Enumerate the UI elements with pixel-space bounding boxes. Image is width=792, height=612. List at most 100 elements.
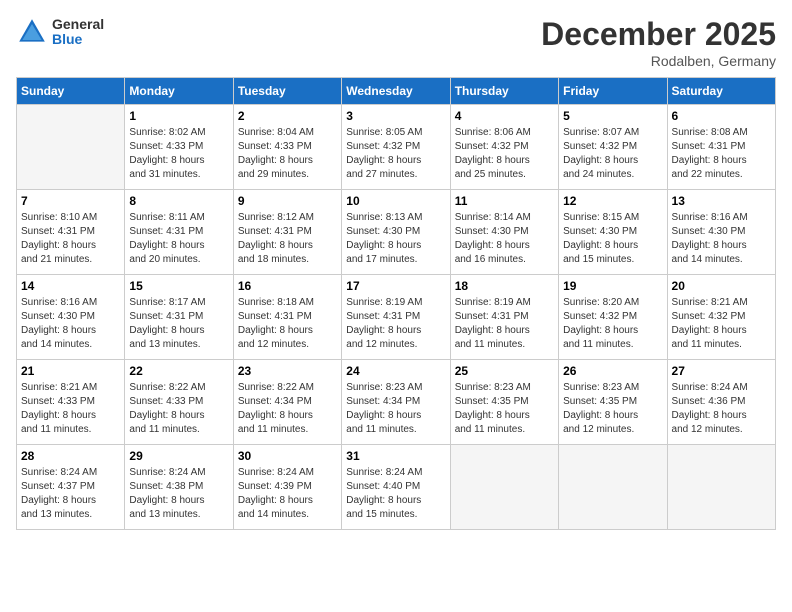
week-row-1: 7 Sunrise: 8:10 AM Sunset: 4:31 PM Daylig… [17, 190, 776, 275]
calendar-cell: 24 Sunrise: 8:23 AM Sunset: 4:34 PM Dayli… [342, 360, 450, 445]
day-info: Sunrise: 8:24 AM Sunset: 4:36 PM Dayligh… [672, 381, 771, 437]
day-info: Sunrise: 8:19 AM Sunset: 4:31 PM Dayligh… [455, 296, 554, 352]
calendar-cell: 31 Sunrise: 8:24 AM Sunset: 4:40 PM Dayli… [342, 445, 450, 530]
day-info: Sunrise: 8:07 AM Sunset: 4:32 PM Dayligh… [563, 126, 662, 182]
col-header-wednesday: Wednesday [342, 78, 450, 105]
day-number: 11 [455, 194, 554, 208]
day-number: 7 [21, 194, 120, 208]
day-info: Sunrise: 8:10 AM Sunset: 4:31 PM Dayligh… [21, 211, 120, 267]
day-number: 25 [455, 364, 554, 378]
calendar-cell [450, 445, 558, 530]
day-info: Sunrise: 8:21 AM Sunset: 4:32 PM Dayligh… [672, 296, 771, 352]
calendar-cell: 1 Sunrise: 8:02 AM Sunset: 4:33 PM Daylig… [125, 105, 233, 190]
day-number: 26 [563, 364, 662, 378]
calendar-cell: 3 Sunrise: 8:05 AM Sunset: 4:32 PM Daylig… [342, 105, 450, 190]
day-info: Sunrise: 8:21 AM Sunset: 4:33 PM Dayligh… [21, 381, 120, 437]
day-number: 19 [563, 279, 662, 293]
calendar-cell: 25 Sunrise: 8:23 AM Sunset: 4:35 PM Dayli… [450, 360, 558, 445]
day-info: Sunrise: 8:19 AM Sunset: 4:31 PM Dayligh… [346, 296, 445, 352]
col-header-friday: Friday [559, 78, 667, 105]
calendar-cell: 7 Sunrise: 8:10 AM Sunset: 4:31 PM Daylig… [17, 190, 125, 275]
day-info: Sunrise: 8:13 AM Sunset: 4:30 PM Dayligh… [346, 211, 445, 267]
day-number: 13 [672, 194, 771, 208]
week-row-0: 1 Sunrise: 8:02 AM Sunset: 4:33 PM Daylig… [17, 105, 776, 190]
calendar-cell: 13 Sunrise: 8:16 AM Sunset: 4:30 PM Dayli… [667, 190, 775, 275]
day-number: 6 [672, 109, 771, 123]
day-number: 27 [672, 364, 771, 378]
calendar-cell: 23Sunrise: 8:22 AM Sunset: 4:34 PM Dayli… [233, 360, 341, 445]
day-info: Sunrise: 8:23 AM Sunset: 4:35 PM Dayligh… [455, 381, 554, 437]
day-info: Sunrise: 8:16 AM Sunset: 4:30 PM Dayligh… [672, 211, 771, 267]
day-number: 29 [129, 449, 228, 463]
day-number: 3 [346, 109, 445, 123]
day-number: 24 [346, 364, 445, 378]
day-info: Sunrise: 8:24 AM Sunset: 4:39 PM Dayligh… [238, 466, 337, 522]
calendar-cell: 20 Sunrise: 8:21 AM Sunset: 4:32 PM Dayli… [667, 275, 775, 360]
day-number: 30 [238, 449, 337, 463]
day-info: Sunrise: 8:17 AM Sunset: 4:31 PM Dayligh… [129, 296, 228, 352]
calendar-cell [667, 445, 775, 530]
day-info: Sunrise: 8:18 AM Sunset: 4:31 PM Dayligh… [238, 296, 337, 352]
day-info: Sunrise: 8:12 AM Sunset: 4:31 PM Dayligh… [238, 211, 337, 267]
day-number: 1 [129, 109, 228, 123]
day-number: 15 [129, 279, 228, 293]
page-header: General Blue December 2025 Rodalben, Ger… [16, 16, 776, 69]
day-info: Sunrise: 8:16 AM Sunset: 4:30 PM Dayligh… [21, 296, 120, 352]
day-number: 21 [21, 364, 120, 378]
calendar-cell: 8Sunrise: 8:11 AM Sunset: 4:31 PM Daylig… [125, 190, 233, 275]
day-number: 10 [346, 194, 445, 208]
logo-general: General [52, 17, 104, 32]
title-block: December 2025 Rodalben, Germany [541, 16, 776, 69]
day-info: Sunrise: 8:20 AM Sunset: 4:32 PM Dayligh… [563, 296, 662, 352]
day-info: Sunrise: 8:24 AM Sunset: 4:37 PM Dayligh… [21, 466, 120, 522]
day-number: 23 [238, 364, 337, 378]
day-info: Sunrise: 8:02 AM Sunset: 4:33 PM Dayligh… [129, 126, 228, 182]
calendar-cell: 21 Sunrise: 8:21 AM Sunset: 4:33 PM Dayli… [17, 360, 125, 445]
calendar-header-row: SundayMondayTuesdayWednesdayThursdayFrid… [17, 78, 776, 105]
logo-blue: Blue [52, 32, 104, 47]
day-number: 31 [346, 449, 445, 463]
day-number: 18 [455, 279, 554, 293]
week-row-2: 14Sunrise: 8:16 AM Sunset: 4:30 PM Dayli… [17, 275, 776, 360]
calendar-cell: 2Sunrise: 8:04 AM Sunset: 4:33 PM Daylig… [233, 105, 341, 190]
col-header-thursday: Thursday [450, 78, 558, 105]
calendar-cell: 29Sunrise: 8:24 AM Sunset: 4:38 PM Dayli… [125, 445, 233, 530]
calendar-cell: 14Sunrise: 8:16 AM Sunset: 4:30 PM Dayli… [17, 275, 125, 360]
calendar-cell: 26 Sunrise: 8:23 AM Sunset: 4:35 PM Dayli… [559, 360, 667, 445]
day-info: Sunrise: 8:14 AM Sunset: 4:30 PM Dayligh… [455, 211, 554, 267]
day-number: 17 [346, 279, 445, 293]
day-info: Sunrise: 8:23 AM Sunset: 4:35 PM Dayligh… [563, 381, 662, 437]
calendar-cell: 10 Sunrise: 8:13 AM Sunset: 4:30 PM Dayli… [342, 190, 450, 275]
col-header-saturday: Saturday [667, 78, 775, 105]
calendar-cell: 16Sunrise: 8:18 AM Sunset: 4:31 PM Dayli… [233, 275, 341, 360]
col-header-sunday: Sunday [17, 78, 125, 105]
col-header-tuesday: Tuesday [233, 78, 341, 105]
calendar-cell: 22Sunrise: 8:22 AM Sunset: 4:33 PM Dayli… [125, 360, 233, 445]
calendar-cell [559, 445, 667, 530]
calendar-cell: 9 Sunrise: 8:12 AM Sunset: 4:31 PM Daylig… [233, 190, 341, 275]
calendar-cell: 11 Sunrise: 8:14 AM Sunset: 4:30 PM Dayli… [450, 190, 558, 275]
calendar-cell: 27 Sunrise: 8:24 AM Sunset: 4:36 PM Dayli… [667, 360, 775, 445]
calendar-cell: 4Sunrise: 8:06 AM Sunset: 4:32 PM Daylig… [450, 105, 558, 190]
day-info: Sunrise: 8:15 AM Sunset: 4:30 PM Dayligh… [563, 211, 662, 267]
day-number: 8 [129, 194, 228, 208]
logo-text: General Blue [52, 17, 104, 48]
day-info: Sunrise: 8:23 AM Sunset: 4:34 PM Dayligh… [346, 381, 445, 437]
calendar-cell: 17 Sunrise: 8:19 AM Sunset: 4:31 PM Dayli… [342, 275, 450, 360]
location: Rodalben, Germany [541, 53, 776, 69]
calendar-cell: 12Sunrise: 8:15 AM Sunset: 4:30 PM Dayli… [559, 190, 667, 275]
day-number: 20 [672, 279, 771, 293]
calendar-cell [17, 105, 125, 190]
day-info: Sunrise: 8:04 AM Sunset: 4:33 PM Dayligh… [238, 126, 337, 182]
day-info: Sunrise: 8:22 AM Sunset: 4:33 PM Dayligh… [129, 381, 228, 437]
day-info: Sunrise: 8:05 AM Sunset: 4:32 PM Dayligh… [346, 126, 445, 182]
calendar-cell: 30 Sunrise: 8:24 AM Sunset: 4:39 PM Dayli… [233, 445, 341, 530]
day-info: Sunrise: 8:08 AM Sunset: 4:31 PM Dayligh… [672, 126, 771, 182]
day-number: 9 [238, 194, 337, 208]
calendar-table: SundayMondayTuesdayWednesdayThursdayFrid… [16, 77, 776, 530]
calendar-cell: 15 Sunrise: 8:17 AM Sunset: 4:31 PM Dayli… [125, 275, 233, 360]
logo-icon [16, 16, 48, 48]
calendar-cell: 5Sunrise: 8:07 AM Sunset: 4:32 PM Daylig… [559, 105, 667, 190]
day-number: 28 [21, 449, 120, 463]
day-info: Sunrise: 8:24 AM Sunset: 4:40 PM Dayligh… [346, 466, 445, 522]
